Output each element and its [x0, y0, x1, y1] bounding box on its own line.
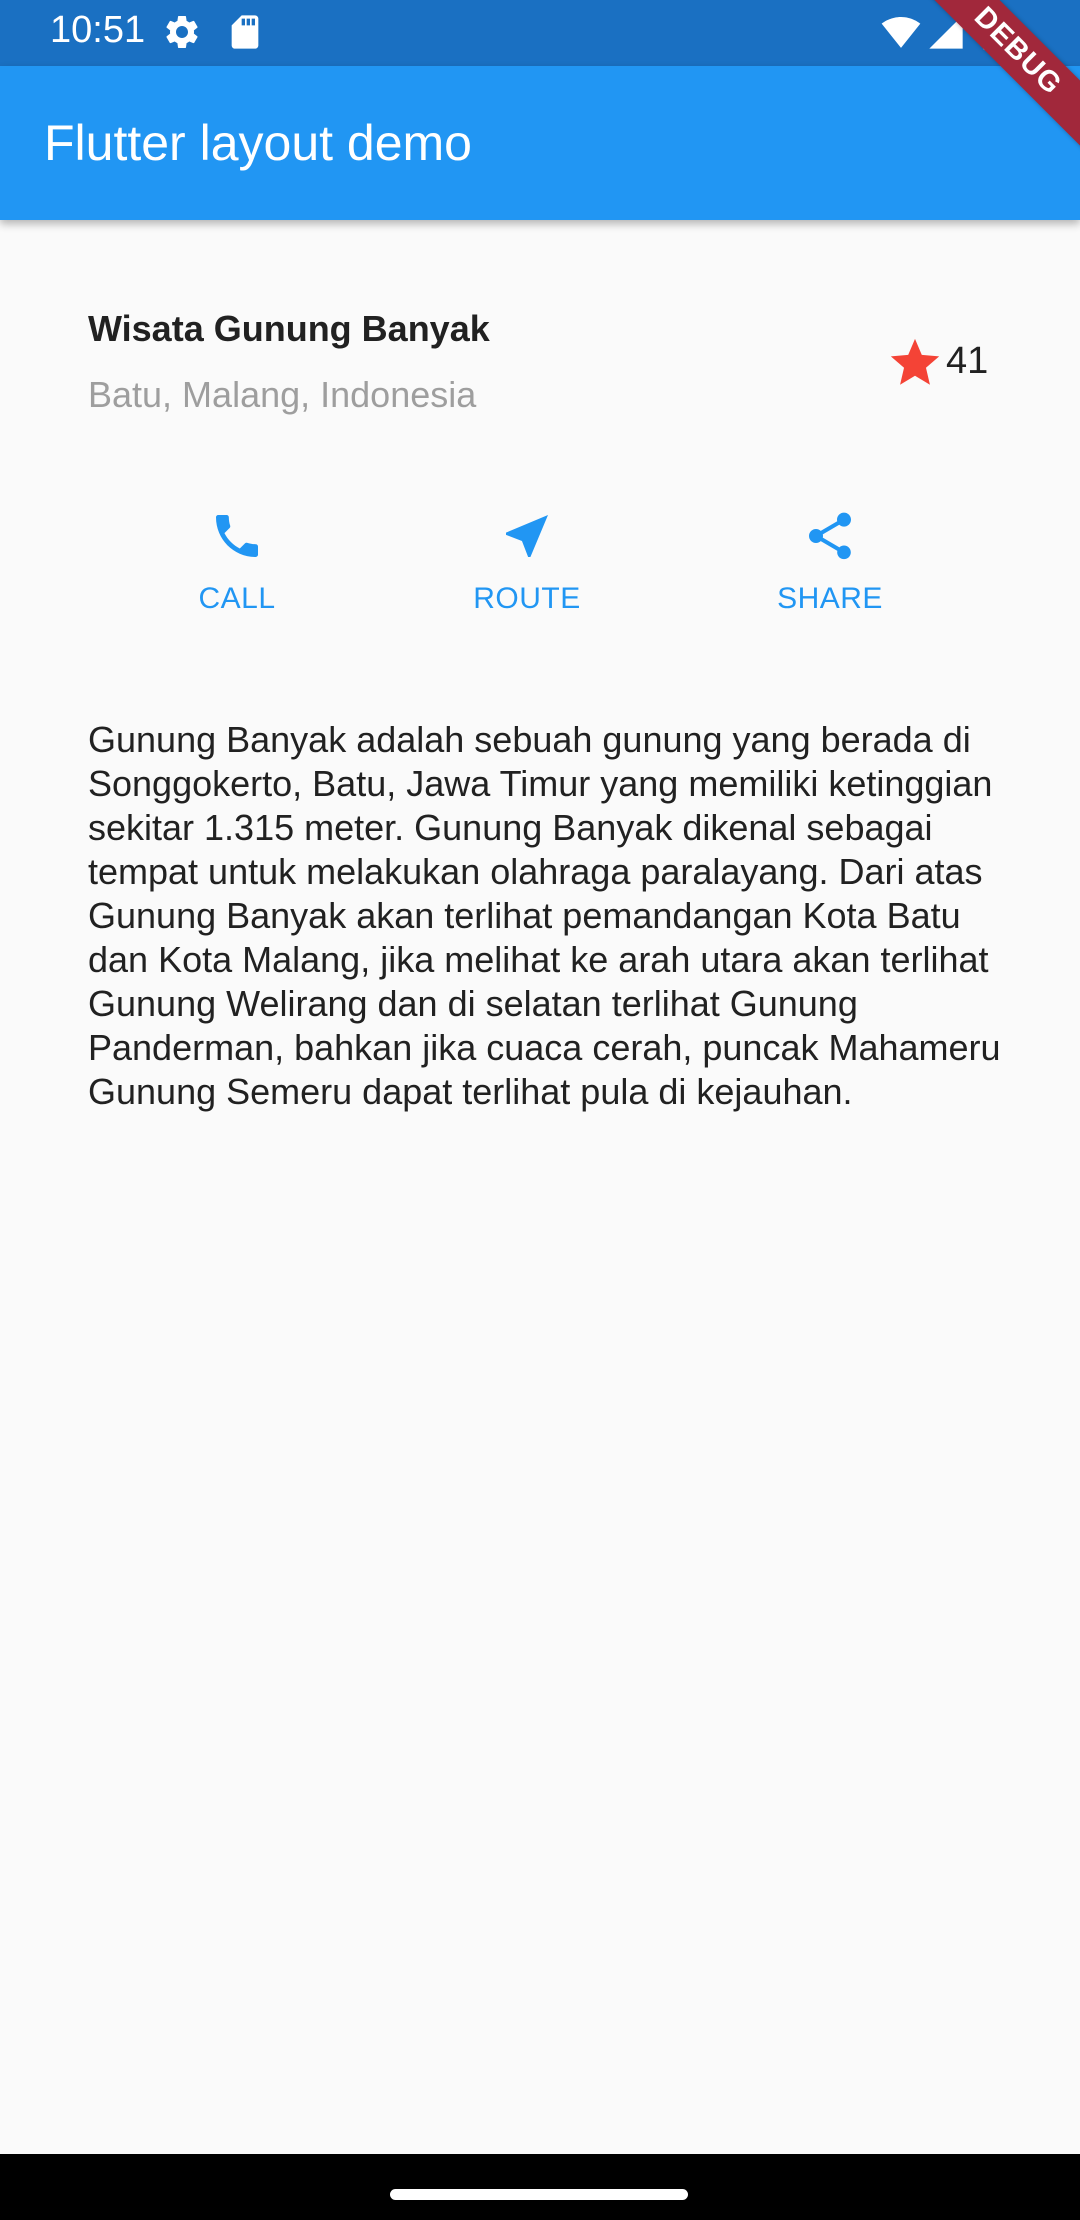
sd-card-icon	[228, 12, 262, 57]
place-subtitle: Batu, Malang, Indonesia	[88, 374, 477, 415]
app-bar: Flutter layout demo	[0, 66, 1080, 220]
share-label: SHARE	[777, 582, 883, 615]
gear-icon	[162, 12, 202, 57]
status-bar: 10:51	[0, 0, 1080, 66]
call-button[interactable]: CALL	[117, 500, 357, 640]
route-button[interactable]: ROUTE	[407, 500, 647, 640]
share-button[interactable]: SHARE	[710, 500, 950, 640]
place-title: Wisata Gunung Banyak	[88, 308, 490, 349]
share-icon	[710, 508, 950, 564]
star-count: 41	[946, 340, 989, 382]
call-label: CALL	[198, 582, 276, 615]
star-icon	[886, 334, 944, 397]
navigation-bar	[0, 2154, 1080, 2220]
home-gesture-handle[interactable]	[390, 2189, 688, 2200]
phone-icon	[117, 508, 357, 564]
description-text: Gunung Banyak adalah sebuah gunung yang …	[88, 719, 1001, 1112]
wifi-icon	[880, 12, 922, 57]
route-label: ROUTE	[473, 582, 581, 615]
app-screen: 10:51 Flutter layout demo DEBUG Wisata G…	[0, 0, 1080, 2220]
status-time: 10:51	[50, 9, 146, 51]
navigation-icon	[407, 508, 647, 564]
app-title: Flutter layout demo	[44, 115, 472, 171]
